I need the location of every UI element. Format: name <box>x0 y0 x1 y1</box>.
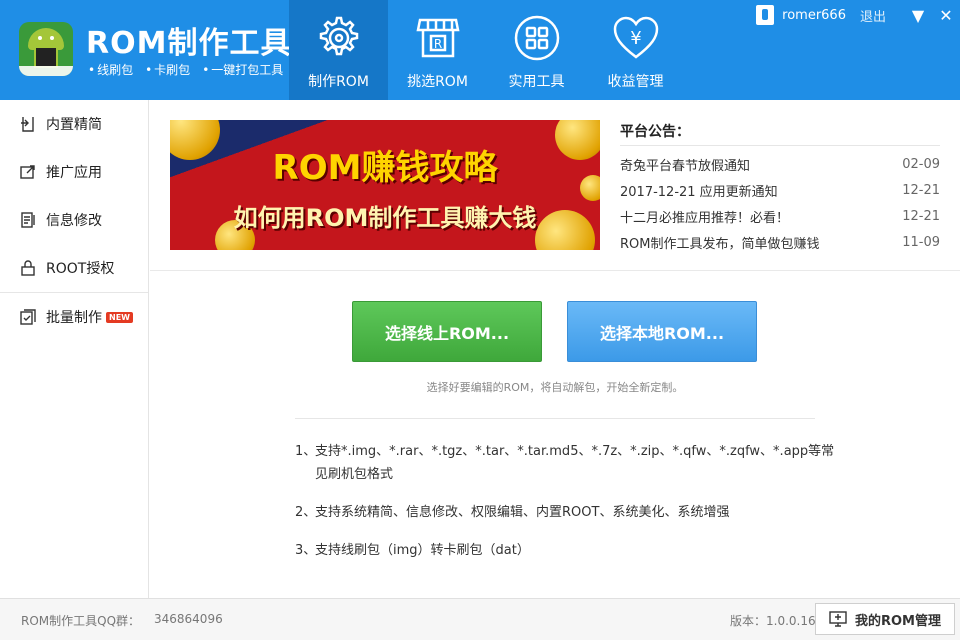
feature-list: 1、 支持*.img、*.rar、*.tgz、*.tar、*.tar.md5、*… <box>295 440 835 577</box>
sidebar-item-label: 批量制作 <box>46 310 102 326</box>
user-avatar-icon <box>756 5 775 25</box>
tag-card-flash: 卡刷包 <box>145 61 190 78</box>
sidebar: 内置精简 推广应用 信息修改 ROOT授权 批量制作 NEW <box>0 100 149 598</box>
feature-item: 1、 支持*.img、*.rar、*.tgz、*.tar、*.tar.md5、*… <box>295 440 835 486</box>
user-bar: romer666 退出 ▼ ✕ <box>756 0 960 30</box>
qq-group-label: ROM制作工具QQ群： <box>21 614 141 628</box>
store-icon: R <box>416 18 460 58</box>
grid-tools-icon <box>514 15 560 61</box>
notice-divider <box>620 145 940 146</box>
close-icon[interactable]: ✕ <box>932 6 960 25</box>
sidebar-item-label: 内置精简 <box>46 117 102 133</box>
monitor-icon <box>829 611 847 627</box>
footer-bar: ROM制作工具QQ群： 346864096 版本：1.0.0.16 我的ROM管… <box>0 598 960 640</box>
tag-line-flash: 线刷包 <box>88 61 133 78</box>
select-online-rom-button[interactable]: 选择线上ROM... <box>352 301 542 362</box>
nav-tools[interactable]: 实用工具 <box>487 0 586 100</box>
app-logo <box>19 22 73 76</box>
notice-date: 02-09 <box>902 156 940 172</box>
promo-banner[interactable]: ROM赚钱攻略 如何用ROM制作工具赚大钱 <box>170 120 600 250</box>
select-local-rom-button[interactable]: 选择本地ROM... <box>567 301 757 362</box>
lock-icon <box>21 260 35 276</box>
heart-yen-icon: ¥ <box>613 16 659 59</box>
nav-income-label: 收益管理 <box>607 74 664 90</box>
main-nav: 制作ROM R 挑选ROM 实用工具 ¥ 收益管理 <box>289 0 685 100</box>
features-divider <box>295 418 815 419</box>
gear-disc-icon <box>319 16 359 56</box>
notice-date: 12-21 <box>902 208 940 224</box>
qq-group-number: 346864096 <box>154 612 223 626</box>
sidebar-item-label: ROOT授权 <box>46 261 115 277</box>
notice-item[interactable]: 奇兔平台春节放假通知 02-09 <box>620 151 940 177</box>
app-title: ROM制作工具 <box>86 26 292 61</box>
nav-income[interactable]: ¥ 收益管理 <box>586 0 685 100</box>
notice-date: 12-21 <box>902 182 940 198</box>
notice-date: 11-09 <box>902 234 940 250</box>
import-icon <box>21 117 34 132</box>
logout-link[interactable]: 退出 <box>860 6 886 25</box>
notice-list: 奇兔平台春节放假通知 02-09 2017-12-21 应用更新通知 12-21… <box>620 151 940 255</box>
notice-text: 奇兔平台春节放假通知 <box>620 158 751 174</box>
sidebar-item-label: 信息修改 <box>46 213 102 229</box>
feature-number: 2、 <box>295 505 317 520</box>
new-badge: NEW <box>106 311 133 323</box>
sidebar-item-root-auth[interactable]: ROOT授权 <box>0 244 148 292</box>
tag-one-click-pack: 一键打包工具 <box>202 61 283 78</box>
sidebar-item-builtin-trim[interactable]: 内置精简 <box>0 100 148 148</box>
svg-text:R: R <box>434 37 442 51</box>
feature-item: 2、 支持系统精简、信息修改、权限编辑、内置ROOT、系统美化、系统增强 <box>295 501 835 524</box>
nav-make-rom[interactable]: 制作ROM <box>289 0 388 100</box>
banner-headline: ROM赚钱攻略 <box>272 148 498 188</box>
notice-text: 2017-12-21 应用更新通知 <box>620 184 778 200</box>
sidebar-item-label: 推广应用 <box>46 165 102 181</box>
nav-tools-label: 实用工具 <box>508 74 565 90</box>
notice-text: ROM制作工具发布，简单做包赚钱 <box>620 236 820 252</box>
promote-icon <box>20 165 35 179</box>
sidebar-item-info-edit[interactable]: 信息修改 <box>0 196 148 244</box>
notice-text: 十二月必推应用推荐！必看！ <box>620 210 790 226</box>
svg-text:¥: ¥ <box>630 28 641 49</box>
feature-number: 3、 <box>295 543 317 558</box>
feature-text: 支持线刷包（img）转卡刷包（dat） <box>315 543 530 558</box>
notice-item[interactable]: ROM制作工具发布，简单做包赚钱 11-09 <box>620 229 940 255</box>
edit-doc-icon <box>21 212 35 228</box>
header-bar: ROM制作工具 线刷包 卡刷包 一键打包工具 制作ROM <box>0 0 960 100</box>
feature-text: 支持*.img、*.rar、*.tgz、*.tar、*.tar.md5、*.7z… <box>315 444 835 482</box>
notice-item[interactable]: 十二月必推应用推荐！必看！ 12-21 <box>620 203 940 229</box>
notice-item[interactable]: 2017-12-21 应用更新通知 12-21 <box>620 177 940 203</box>
version-label: 版本：1.0.0.16 <box>730 614 816 628</box>
chip-icon <box>34 46 58 68</box>
my-rom-manage-label: 我的ROM管理 <box>855 613 941 629</box>
banner-subheadline: 如何用ROM制作工具赚大钱 <box>233 204 537 232</box>
feature-number: 1、 <box>295 444 317 459</box>
nav-make-rom-label: 制作ROM <box>308 74 369 90</box>
sidebar-item-promote-apps[interactable]: 推广应用 <box>0 148 148 196</box>
feature-text: 支持系统精简、信息修改、权限编辑、内置ROOT、系统美化、系统增强 <box>315 505 730 520</box>
username: romer666 <box>782 7 846 23</box>
select-hint: 选择好要编辑的ROM，将自动解包，开始全新定制。 <box>426 381 684 394</box>
batch-icon <box>20 309 36 325</box>
content-divider <box>150 270 960 271</box>
app-tags: 线刷包 卡刷包 一键打包工具 <box>88 61 283 78</box>
notice-title: 平台公告： <box>620 124 690 140</box>
my-rom-manage-button[interactable]: 我的ROM管理 <box>815 603 955 635</box>
feature-item: 3、 支持线刷包（img）转卡刷包（dat） <box>295 539 835 562</box>
sidebar-item-batch-make[interactable]: 批量制作 NEW <box>0 293 148 341</box>
nav-pick-rom[interactable]: R 挑选ROM <box>388 0 487 100</box>
nav-pick-rom-label: 挑选ROM <box>407 74 468 90</box>
menu-dropdown-icon[interactable]: ▼ <box>904 6 932 25</box>
